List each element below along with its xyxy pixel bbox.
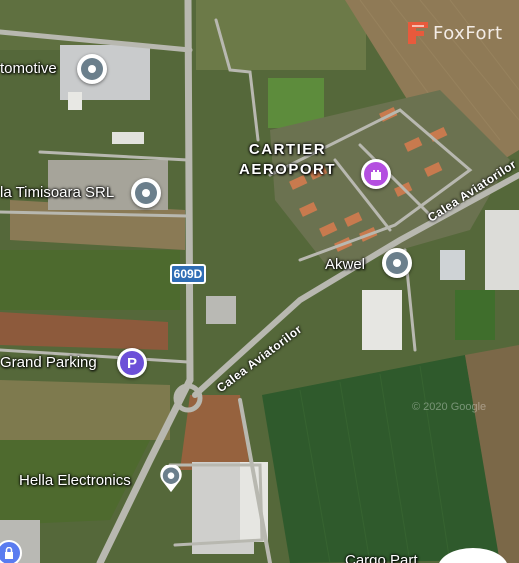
- landmark-castle-pin[interactable]: [361, 159, 391, 189]
- poi-pin-hella-electronics[interactable]: [157, 465, 185, 493]
- pin-icon: [81, 58, 103, 80]
- lock-icon: [5, 547, 13, 559]
- poi-label-akwel[interactable]: Akwel: [325, 256, 365, 273]
- pin-icon: [135, 182, 157, 204]
- poi-label-cargo-part[interactable]: Cargo Part: [345, 552, 418, 563]
- parking-icon: P: [120, 351, 144, 375]
- satellite-map[interactable]: 609D CARTIER AEROPORT Calea Aviatorilor …: [0, 0, 519, 563]
- poi-label-hella-electronics[interactable]: Hella Electronics: [19, 472, 131, 489]
- district-label-line2: AEROPORT: [239, 161, 337, 178]
- poi-pin-akwel[interactable]: [382, 248, 412, 278]
- pin-icon: [386, 252, 408, 274]
- district-label-line1: CARTIER: [248, 141, 327, 158]
- poi-label-tomotive[interactable]: tomotive: [0, 60, 57, 77]
- foxfort-logo-text: FoxFort: [433, 22, 503, 44]
- poi-pin-grand-parking[interactable]: P: [117, 348, 147, 378]
- castle-icon: [364, 162, 388, 186]
- poi-pin-timisoara-srl[interactable]: [131, 178, 161, 208]
- district-label-cartier-aeroport: CARTIER AEROPORT: [239, 140, 336, 180]
- poi-label-timisoara-srl[interactable]: la Timisoara SRL: [0, 184, 114, 201]
- route-shield-609d: 609D: [170, 264, 206, 284]
- poi-label-grand-parking[interactable]: Grand Parking: [0, 354, 97, 371]
- poi-pin-tomotive[interactable]: [77, 54, 107, 84]
- map-watermark: © 2020 Google: [412, 401, 487, 413]
- foxfort-logo-icon: [408, 22, 428, 44]
- foxfort-logo: FoxFort: [406, 20, 503, 46]
- lock-button[interactable]: [0, 540, 22, 563]
